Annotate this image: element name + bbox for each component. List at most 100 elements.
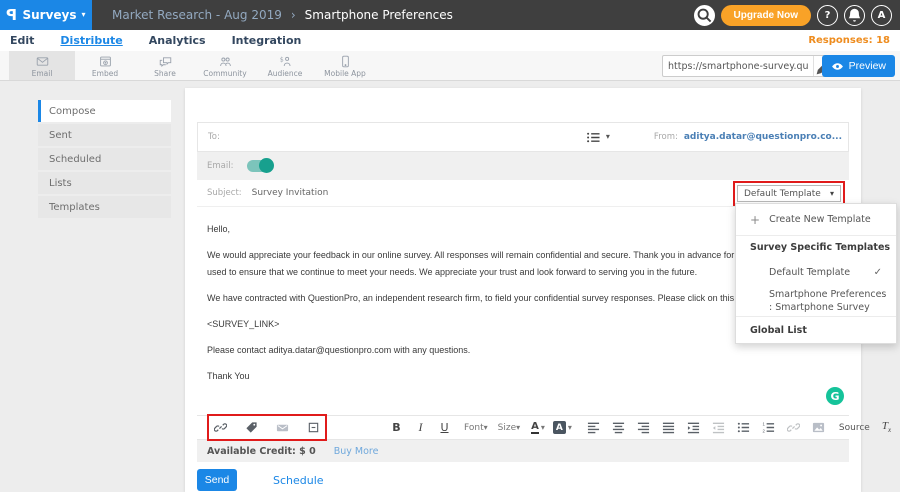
remove-format-x: x bbox=[888, 427, 891, 435]
avatar[interactable]: A bbox=[871, 5, 892, 26]
template-select-value: Default Template bbox=[744, 189, 821, 199]
justify-button[interactable] bbox=[661, 420, 676, 435]
indent-button[interactable] bbox=[686, 420, 701, 435]
list-icon bbox=[586, 131, 601, 144]
nav-distribute[interactable]: Distribute bbox=[60, 34, 122, 47]
buy-more-link[interactable]: Buy More bbox=[334, 446, 379, 457]
sidebar-item-scheduled[interactable]: Scheduled bbox=[38, 148, 171, 170]
nav-analytics[interactable]: Analytics bbox=[149, 34, 206, 47]
link-icon bbox=[787, 421, 800, 434]
insert-image-button[interactable] bbox=[811, 420, 826, 435]
bold-button[interactable]: B bbox=[389, 420, 404, 435]
email-toggle[interactable] bbox=[247, 160, 273, 172]
credit-row: Available Credit: $ 0 Buy More bbox=[197, 440, 849, 462]
chevron-down-icon: ▾ bbox=[541, 424, 545, 432]
frame-dash-icon bbox=[307, 421, 320, 434]
nav-integration[interactable]: Integration bbox=[232, 34, 302, 47]
breadcrumb-current: Smartphone Preferences bbox=[305, 8, 453, 22]
from-email[interactable]: aditya.datar@questionpro.co... bbox=[684, 132, 842, 142]
template-option-line2: : Smartphone Survey bbox=[769, 301, 870, 314]
font-family-dropdown[interactable]: Font ▾ bbox=[464, 423, 488, 433]
channel-mobile-app[interactable]: Mobile App bbox=[315, 51, 375, 80]
numbered-list-button[interactable]: 12 bbox=[761, 420, 776, 435]
embed-frame-button[interactable] bbox=[306, 420, 321, 435]
hyperlink-button[interactable] bbox=[786, 420, 801, 435]
underline-button[interactable]: U bbox=[437, 420, 452, 435]
align-center-button[interactable] bbox=[611, 420, 626, 435]
background-color-dropdown[interactable]: A ▾ bbox=[553, 421, 572, 434]
help-button[interactable]: ? bbox=[817, 5, 838, 26]
mobile-app-icon bbox=[339, 55, 352, 68]
subject-label: Subject: bbox=[207, 188, 242, 198]
italic-button[interactable]: I bbox=[413, 420, 428, 435]
insert-tag-button[interactable] bbox=[244, 420, 259, 435]
font-size-label: Size bbox=[498, 423, 516, 433]
available-credit-label: Available Credit: $ 0 bbox=[207, 446, 316, 457]
send-button[interactable]: Send bbox=[197, 469, 237, 491]
eye-icon bbox=[831, 62, 844, 71]
insert-survey-link-button[interactable] bbox=[213, 420, 228, 435]
questionpro-logo-icon: P bbox=[6, 6, 17, 24]
compose-footer: Send Schedule bbox=[197, 462, 849, 491]
channel-community[interactable]: Community bbox=[195, 51, 255, 80]
preview-label: Preview bbox=[849, 60, 886, 72]
align-left-button[interactable] bbox=[586, 420, 601, 435]
audience-icon: $ bbox=[279, 55, 292, 68]
subject-input[interactable]: Survey Invitation bbox=[252, 188, 329, 198]
grammarly-badge[interactable]: G bbox=[826, 387, 844, 405]
body-line bbox=[207, 359, 845, 368]
check-icon: ✓ bbox=[874, 267, 882, 278]
recipient-list-button[interactable]: ▾ bbox=[586, 131, 610, 144]
survey-url-input[interactable] bbox=[663, 61, 813, 72]
breadcrumb-separator-icon: › bbox=[291, 8, 296, 22]
align-right-button[interactable] bbox=[636, 420, 651, 435]
create-new-template-item[interactable]: + Create New Template bbox=[736, 204, 896, 236]
bullet-list-button[interactable] bbox=[736, 420, 751, 435]
channel-label: Mobile App bbox=[324, 69, 366, 78]
schedule-link[interactable]: Schedule bbox=[273, 474, 324, 487]
sidebar-item-lists[interactable]: Lists bbox=[38, 172, 171, 194]
justify-icon bbox=[662, 421, 675, 434]
text-color-dropdown[interactable]: A ▾ bbox=[531, 421, 545, 434]
to-field-row[interactable]: To: ▾ From: aditya.datar@questionpro.co.… bbox=[197, 122, 849, 152]
template-option-smartphone-survey[interactable]: Smartphone Preferences : Smartphone Surv… bbox=[736, 286, 896, 317]
preview-button[interactable]: Preview bbox=[822, 55, 895, 77]
outdent-button[interactable] bbox=[711, 420, 726, 435]
sidebar-item-templates[interactable]: Templates bbox=[38, 196, 171, 218]
search-button[interactable] bbox=[694, 5, 715, 26]
chevron-down-icon: ▾ bbox=[516, 424, 520, 432]
custom-insert-group bbox=[213, 420, 321, 435]
channel-share[interactable]: Share bbox=[135, 51, 195, 80]
notifications-button[interactable] bbox=[844, 5, 865, 26]
channel-email[interactable]: Email bbox=[9, 51, 75, 80]
sidebar-item-sent[interactable]: Sent bbox=[38, 124, 171, 146]
responses-count[interactable]: Responses: 18 bbox=[808, 35, 890, 46]
bell-icon bbox=[845, 6, 864, 25]
template-option-default[interactable]: Default Template ✓ bbox=[736, 259, 896, 286]
channel-audience[interactable]: $ Audience bbox=[255, 51, 315, 80]
outdent-icon bbox=[712, 421, 725, 434]
community-icon bbox=[219, 55, 232, 68]
chevron-down-icon: ▾ bbox=[606, 133, 610, 141]
chevron-down-icon: ▾ bbox=[568, 424, 572, 432]
email-footer-button[interactable] bbox=[275, 420, 290, 435]
body-line: Please contact aditya.datar@questionpro.… bbox=[207, 342, 845, 359]
remove-format-button[interactable]: Tx bbox=[882, 420, 891, 434]
email-toggle-row: Email: bbox=[197, 152, 849, 180]
font-size-dropdown[interactable]: Size ▾ bbox=[498, 423, 521, 433]
surveys-menu[interactable]: P Surveys ▾ bbox=[0, 0, 92, 30]
channel-embed[interactable]: Embed bbox=[75, 51, 135, 80]
template-select[interactable]: Default Template ▾ bbox=[737, 185, 841, 202]
source-button[interactable]: Source bbox=[836, 423, 870, 433]
upgrade-now-button[interactable]: Upgrade Now bbox=[721, 5, 811, 26]
from-label: From: bbox=[654, 132, 678, 142]
indent-icon bbox=[687, 421, 700, 434]
nav-edit[interactable]: Edit bbox=[10, 34, 34, 47]
chevron-down-icon: ▾ bbox=[484, 424, 488, 432]
sidebar-item-compose[interactable]: Compose bbox=[38, 100, 171, 122]
template-option-label: Default Template bbox=[769, 267, 850, 278]
align-center-icon bbox=[612, 421, 625, 434]
email-sidebar: Compose Sent Scheduled Lists Templates bbox=[38, 100, 171, 220]
template-option-line1: Smartphone Preferences bbox=[769, 288, 886, 301]
breadcrumb-parent[interactable]: Market Research - Aug 2019 bbox=[112, 8, 282, 22]
